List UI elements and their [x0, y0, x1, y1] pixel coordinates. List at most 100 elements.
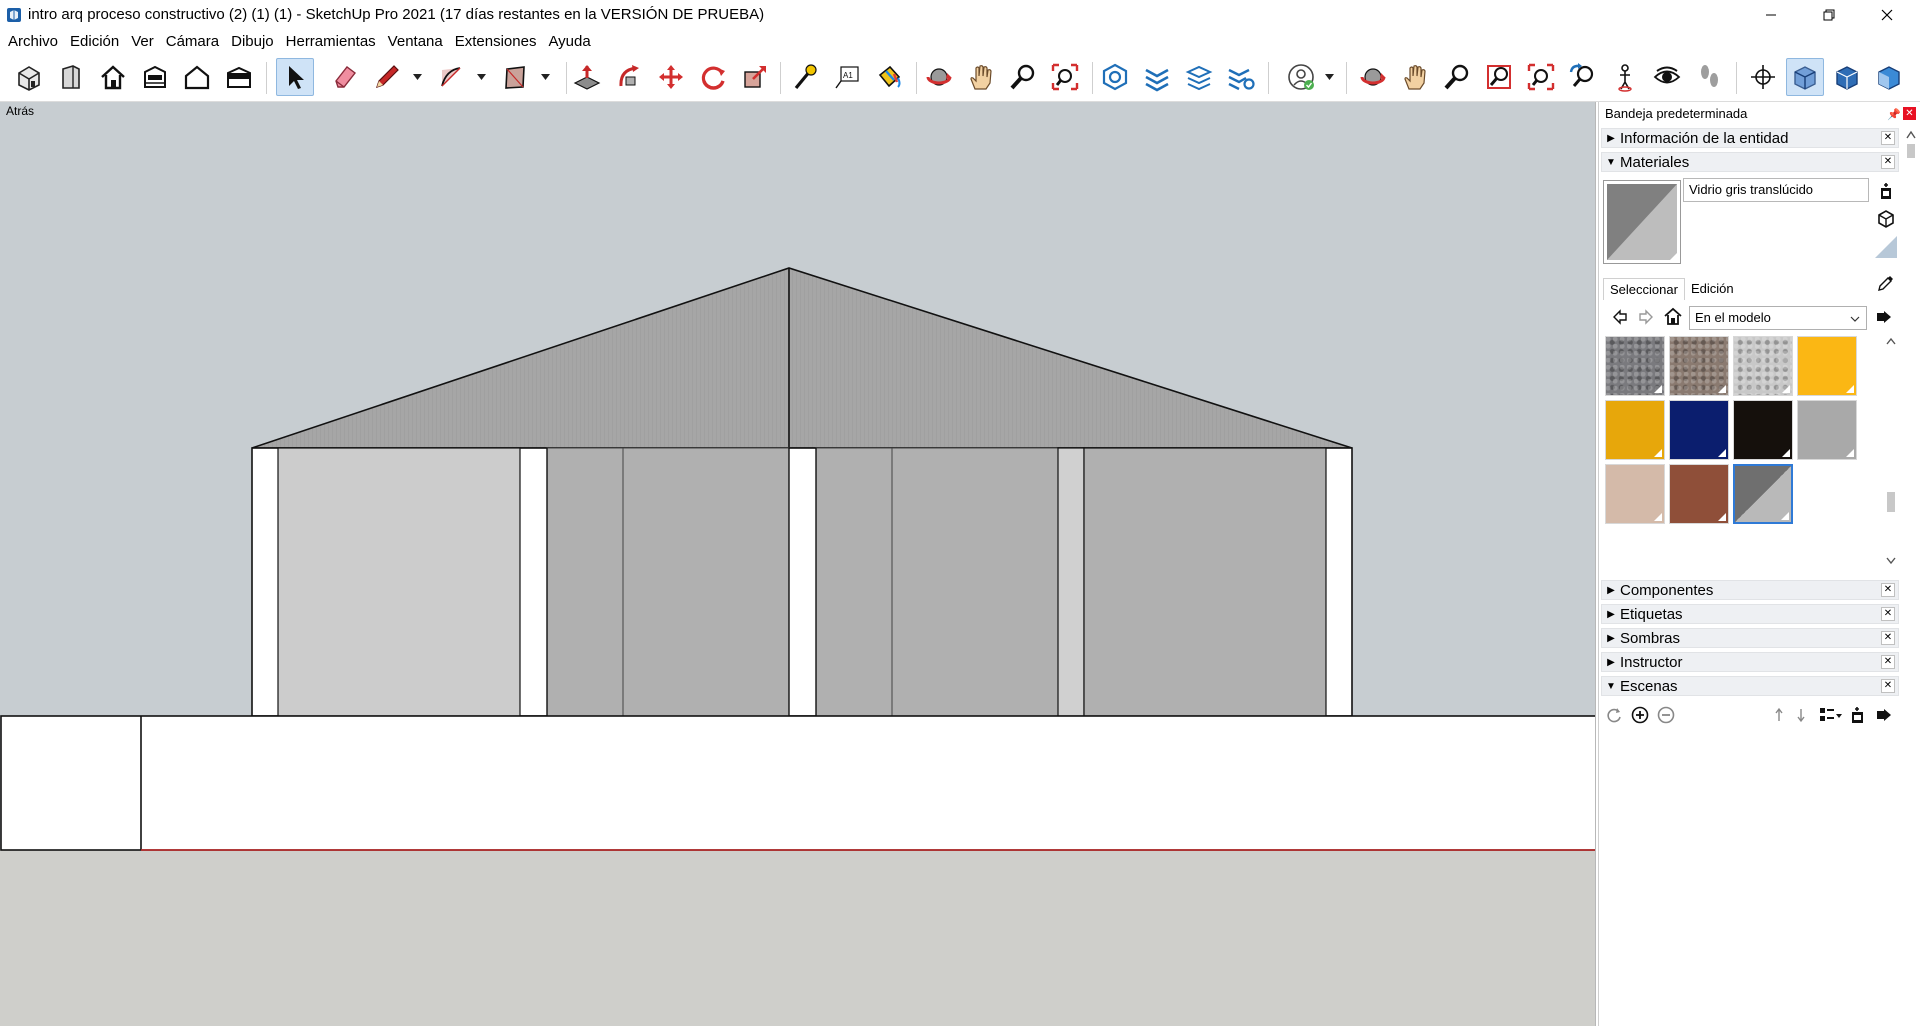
panel-close-icon[interactable]: ✕ [1881, 583, 1895, 597]
move-scene-down-icon[interactable] [1795, 706, 1807, 724]
menu-herramientas[interactable]: Herramientas [280, 30, 382, 54]
material-swatch-granite-brown[interactable] [1669, 336, 1729, 396]
details-arrow-icon[interactable] [1875, 706, 1893, 724]
shaded-button[interactable] [1870, 58, 1908, 96]
view-options-icon[interactable] [1819, 706, 1843, 724]
panel-tags[interactable]: ▶ Etiquetas ✕ [1601, 604, 1899, 624]
minimize-button[interactable] [1748, 0, 1794, 30]
push-pull-tool-button[interactable] [568, 58, 606, 96]
zoom-2-button[interactable] [1438, 58, 1476, 96]
material-sample-button[interactable] [1875, 236, 1897, 258]
tray-close-button[interactable]: ✕ [1903, 107, 1916, 120]
home-icon[interactable] [1663, 306, 1683, 326]
rotate-tool-button[interactable] [694, 58, 732, 96]
material-swatch-brick[interactable] [1669, 464, 1729, 524]
menu-ver[interactable]: Ver [125, 30, 160, 54]
arc-tool-button[interactable] [432, 58, 470, 96]
select-tool-button[interactable] [276, 58, 314, 96]
panel-entity-info[interactable]: ▶ Información de la entidad ✕ [1601, 128, 1899, 148]
default-material-button[interactable] [1875, 208, 1897, 230]
xray-button[interactable] [1786, 58, 1824, 96]
iso-view-button[interactable] [10, 58, 48, 96]
refresh-icon[interactable] [1605, 706, 1623, 724]
axes-button[interactable] [1744, 58, 1782, 96]
front-view-button[interactable] [52, 58, 90, 96]
material-swatch-gray[interactable] [1797, 400, 1857, 460]
move-tool-button[interactable] [652, 58, 690, 96]
panel-components[interactable]: ▶ Componentes ✕ [1601, 580, 1899, 600]
panel-instructor[interactable]: ▶ Instructor ✕ [1601, 652, 1899, 672]
walk-button[interactable] [1690, 58, 1728, 96]
remove-scene-icon[interactable] [1657, 706, 1675, 724]
orbit-tool-button[interactable] [920, 58, 958, 96]
panel-shadows[interactable]: ▶ Sombras ✕ [1601, 628, 1899, 648]
back-arrow-icon[interactable] [1611, 308, 1629, 326]
profile-button[interactable] [1282, 58, 1320, 96]
paint-bucket-tool-button[interactable] [870, 58, 908, 96]
follow-me-tool-button[interactable] [610, 58, 648, 96]
forward-arrow-icon[interactable] [1637, 308, 1655, 326]
line-tool-button[interactable] [368, 58, 406, 96]
zoom-tool-button[interactable] [1004, 58, 1042, 96]
back-view-button[interactable] [220, 58, 258, 96]
home-view-button[interactable] [94, 58, 132, 96]
tray-scrollbar[interactable] [1903, 126, 1919, 1026]
menu-archivo[interactable]: Archivo [2, 30, 64, 54]
material-swatch-granite-dark[interactable] [1605, 336, 1665, 396]
text-tool-button[interactable]: A1 [828, 58, 866, 96]
line-tool-dropdown[interactable] [410, 58, 424, 96]
panel-close-icon[interactable]: ✕ [1881, 155, 1895, 169]
tab-edicion[interactable]: Edición [1685, 278, 1740, 300]
panel-close-icon[interactable]: ✕ [1881, 631, 1895, 645]
menu-ayuda[interactable]: Ayuda [542, 30, 596, 54]
panel-close-icon[interactable]: ✕ [1881, 679, 1895, 693]
scale-tool-button[interactable] [736, 58, 774, 96]
zoom-extents-2-button[interactable] [1522, 58, 1560, 96]
scene-tab-atras[interactable]: Atrás [6, 104, 34, 118]
menu-ventana[interactable]: Ventana [382, 30, 449, 54]
eraser-tool-button[interactable] [326, 58, 364, 96]
model-viewport[interactable]: Atrás [0, 102, 1596, 1026]
panel-close-icon[interactable]: ✕ [1881, 607, 1895, 621]
material-name-field[interactable]: Vidrio gris translúcido [1683, 178, 1869, 202]
sample-paint-button[interactable] [1875, 272, 1897, 294]
add-scene-icon[interactable] [1631, 706, 1649, 724]
tab-seleccionar[interactable]: Seleccionar [1603, 278, 1685, 300]
panel-close-icon[interactable]: ✕ [1881, 131, 1895, 145]
zoom-window-button[interactable] [1480, 58, 1518, 96]
details-arrow-icon[interactable] [1875, 308, 1893, 326]
layout-button[interactable] [1180, 58, 1218, 96]
look-around-button[interactable] [1648, 58, 1686, 96]
material-swatch-yellow[interactable] [1797, 336, 1857, 396]
pan-tool-button[interactable] [962, 58, 1000, 96]
menu-edicion[interactable]: Edición [64, 30, 125, 54]
rectangle-tool-dropdown[interactable] [538, 58, 552, 96]
zoom-extents-tool-button[interactable] [1046, 58, 1084, 96]
position-camera-button[interactable] [1606, 58, 1644, 96]
3d-warehouse-button[interactable] [1096, 58, 1134, 96]
material-swatch-orange-yellow[interactable] [1605, 400, 1665, 460]
wireframe-button[interactable] [1828, 58, 1866, 96]
move-scene-up-icon[interactable] [1773, 706, 1785, 724]
extension-manager-button[interactable] [1222, 58, 1260, 96]
swatch-scrollbar[interactable] [1883, 334, 1899, 570]
tape-measure-tool-button[interactable] [786, 58, 824, 96]
material-swatch-glass-gray[interactable] [1733, 464, 1793, 524]
restore-button[interactable] [1806, 0, 1852, 30]
pin-icon[interactable]: 📌 [1887, 108, 1901, 121]
pan-2-button[interactable] [1396, 58, 1434, 96]
material-swatch-granite-light[interactable] [1733, 336, 1793, 396]
arc-tool-dropdown[interactable] [474, 58, 488, 96]
create-material-button[interactable] [1875, 180, 1897, 202]
close-button[interactable] [1864, 0, 1910, 30]
panel-close-icon[interactable]: ✕ [1881, 655, 1895, 669]
right-view-button[interactable] [178, 58, 216, 96]
previous-view-button[interactable] [1564, 58, 1602, 96]
menu-extensiones[interactable]: Extensiones [449, 30, 543, 54]
profile-dropdown[interactable] [1322, 58, 1336, 96]
rectangle-tool-button[interactable] [496, 58, 534, 96]
material-swatch-black[interactable] [1733, 400, 1793, 460]
panel-scenes[interactable]: ▼ Escenas ✕ [1601, 676, 1899, 696]
top-view-button[interactable] [136, 58, 174, 96]
menu-dibujo[interactable]: Dibujo [225, 30, 280, 54]
